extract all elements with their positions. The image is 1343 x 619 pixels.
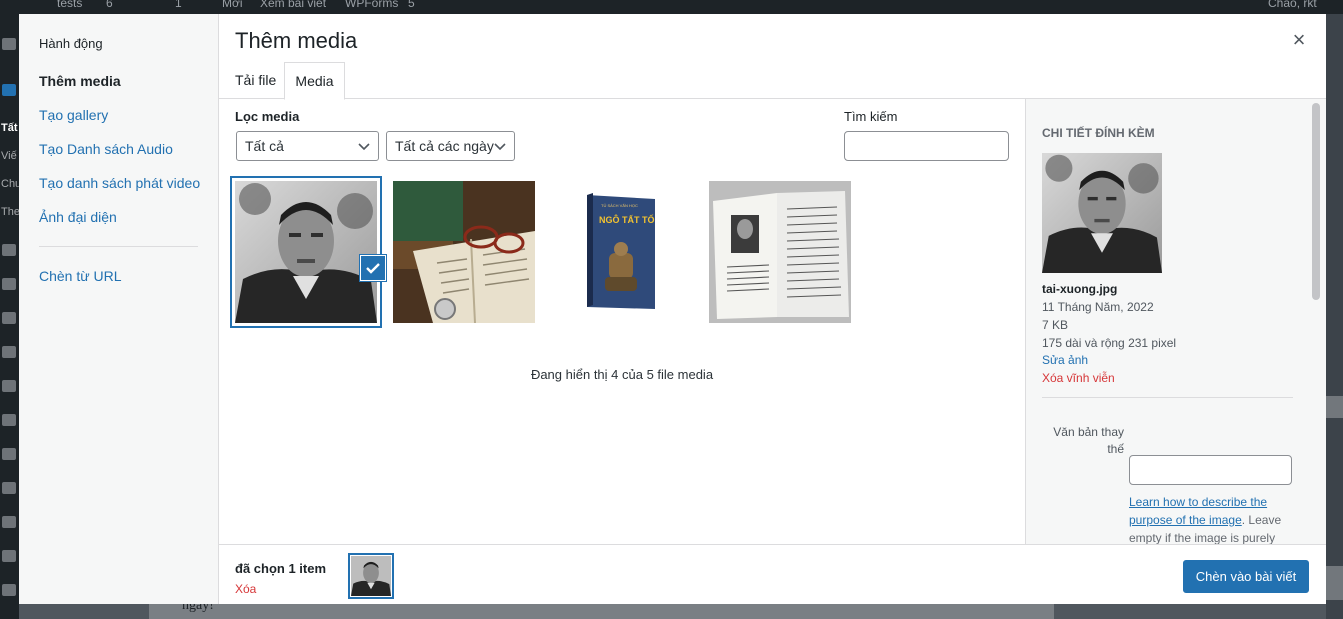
editor-background: ngày!	[19, 598, 1326, 619]
details-separator	[1042, 397, 1293, 398]
clear-selection-link[interactable]: Xóa	[235, 582, 256, 596]
menu-item-insert-from-url[interactable]: Chèn từ URL	[39, 268, 122, 284]
router-tabs: Tải file Media	[219, 62, 1326, 100]
admin-bar: tests 6 1 Mới Xem bài viết WPForms 5 Chà…	[0, 0, 1343, 14]
admin-bar-wpforms: WPForms	[345, 0, 399, 10]
book-cover-image: TỦ SÁCH VĂN HỌC NGÔ TẤT TỐ	[551, 181, 693, 323]
admin-bar-greeting: Chào, rkt	[1268, 0, 1317, 10]
media-date-select[interactable]: Tất cả các ngày	[386, 131, 515, 161]
admin-bar-wpforms-count: 5	[408, 0, 415, 10]
tab-upload-files[interactable]: Tải file	[235, 62, 276, 99]
media-icon	[2, 244, 16, 256]
selection-count: đã chọn 1 item	[235, 561, 327, 576]
comments-icon	[2, 312, 16, 324]
media-type-value: Tất cả	[245, 138, 284, 154]
media-toolbar: đã chọn 1 item Xóa Chèn vào bài viết	[219, 544, 1326, 604]
attachment-open-book[interactable]	[709, 181, 851, 323]
attachment-date: 11 Tháng Năm, 2022	[1042, 300, 1154, 314]
alt-text-input[interactable]	[1129, 455, 1292, 485]
edit-image-link[interactable]: Sửa ảnh	[1042, 353, 1088, 367]
alt-text-help: Learn how to describe the purpose of the…	[1129, 493, 1299, 544]
appearance-icon	[2, 346, 16, 358]
users-icon	[2, 516, 16, 528]
portrait-image	[235, 181, 377, 323]
plugin-icon	[2, 448, 16, 460]
search-input[interactable]	[844, 131, 1009, 161]
admin-bar-updates: 6	[106, 0, 113, 10]
settings-icon	[2, 584, 16, 596]
admin-bar-site: tests	[57, 0, 83, 10]
menu-item-featured-image[interactable]: Ảnh đại diện	[39, 209, 117, 225]
admin-bar-new: Mới	[222, 0, 243, 10]
check-icon[interactable]	[361, 256, 385, 280]
insert-into-post-button[interactable]: Chèn vào bài viết	[1183, 560, 1309, 593]
admin-bar-view: Xem bài viết	[260, 0, 327, 10]
attachments-browser: Lọc media Tất cả Tất cả các ngày Tìm kiế…	[219, 99, 1025, 544]
admin-bar-comments: 1	[175, 0, 182, 10]
media-date-value: Tất cả các ngày	[395, 138, 494, 154]
open-book-image	[709, 181, 851, 323]
books-glasses-image	[393, 181, 535, 323]
cover-title-text: NGÔ TẤT TỐ	[599, 214, 655, 225]
menu-item-create-audio-playlist[interactable]: Tạo Danh sách Audio	[39, 141, 173, 157]
wrench-icon	[2, 550, 16, 562]
admin-sidebar: Tất Viế Chu The	[0, 14, 21, 619]
filter-label: Lọc media	[235, 109, 300, 124]
chevron-down-icon	[358, 143, 370, 151]
attachment-details-sidebar: Chi tiết đính kèm tai-xuong.jpg 11 Tháng…	[1025, 99, 1326, 544]
pin-icon	[2, 84, 16, 96]
selected-portrait-image	[351, 556, 391, 596]
modal-title: Thêm media	[235, 28, 358, 53]
menu-item-create-gallery[interactable]: Tạo gallery	[39, 107, 108, 123]
attachment-details-heading: Chi tiết đính kèm	[1042, 126, 1155, 140]
attachment-books-glasses[interactable]	[393, 181, 535, 323]
close-icon[interactable]: ×	[1289, 29, 1309, 51]
delete-permanently-link[interactable]: Xóa vĩnh viễn	[1042, 371, 1115, 385]
cover-series-text: TỦ SÁCH VĂN HỌC	[601, 203, 638, 208]
attachment-book-cover[interactable]: TỦ SÁCH VĂN HỌC NGÔ TẤT TỐ	[551, 181, 693, 323]
attachment-preview	[1042, 153, 1162, 273]
sidebar-scrollbar[interactable]	[1312, 103, 1320, 300]
admin-right-edge	[1326, 14, 1343, 619]
menu-item-add-media[interactable]: Thêm media	[39, 73, 121, 89]
attachment-filename: tai-xuong.jpg	[1042, 282, 1118, 296]
media-frame: Thêm media × Tải file Media Lọc media Tấ…	[219, 14, 1326, 604]
menu-item-create-video-playlist[interactable]: Tạo danh sách phát video	[39, 175, 200, 191]
media-modal: Hành động Thêm media Tạo gallery Tạo Dan…	[19, 14, 1326, 604]
tools-icon	[2, 482, 16, 494]
tab-media-library[interactable]: Media	[284, 62, 345, 100]
admin-menu-fragment: Tất	[1, 122, 18, 134]
alt-text-label: Văn bản thay thế	[1053, 425, 1124, 456]
attachment-portrait[interactable]	[235, 181, 377, 323]
media-type-select[interactable]: Tất cả	[236, 131, 379, 161]
attachment-size: 7 KB	[1042, 318, 1069, 332]
admin-menu-fragment: Viế	[1, 150, 17, 162]
search-label: Tìm kiếm	[844, 109, 898, 124]
portrait-preview-image	[1042, 153, 1162, 273]
selected-attachment-thumb[interactable]	[348, 553, 394, 599]
plugins-icon	[2, 414, 16, 426]
dashboard-icon	[2, 38, 16, 50]
admin-menu-fragment: The	[1, 206, 20, 218]
media-count-text: Đang hiển thị 4 của 5 file media	[530, 367, 714, 382]
media-menu: Hành động Thêm media Tạo gallery Tạo Dan…	[19, 14, 219, 604]
attachment-dimensions: 175 dài và rộng 231 pixel	[1042, 336, 1177, 350]
menu-heading: Hành động	[39, 36, 103, 51]
menu-separator	[39, 246, 198, 247]
forms-icon	[2, 380, 16, 392]
chevron-down-icon	[494, 143, 506, 151]
pages-icon	[2, 278, 16, 290]
